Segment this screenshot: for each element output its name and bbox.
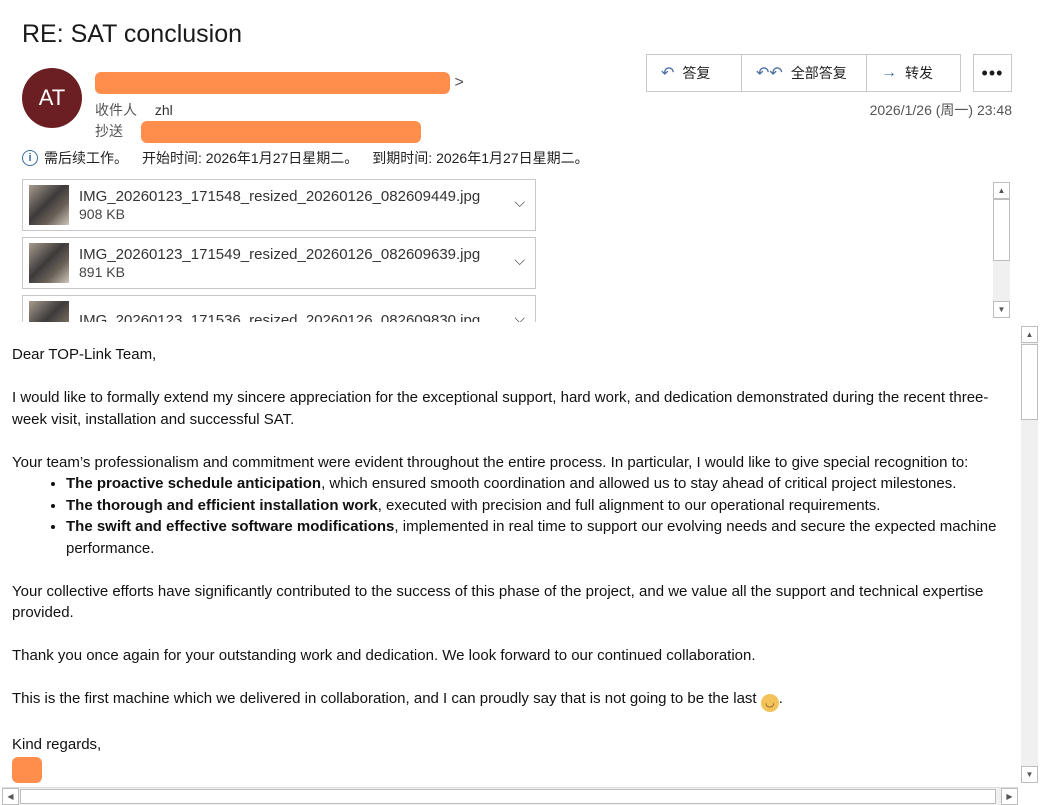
cc-row: 抄送 <box>95 121 421 144</box>
scroll-down-icon[interactable]: ▼ <box>1021 766 1038 783</box>
reply-arrow-icon: ↶ <box>661 65 675 82</box>
scroll-down-icon[interactable]: ▼ <box>993 301 1010 318</box>
followup-start: 开始时间: 2026年1月27日星期二。 <box>142 150 359 166</box>
scroll-thumb[interactable] <box>993 199 1010 261</box>
attachment-thumbnail <box>29 301 69 322</box>
body-scrollbar[interactable]: ▲ ▼ <box>1021 326 1038 783</box>
chevron-down-icon[interactable]: ⌵ <box>514 252 525 269</box>
scroll-right-icon[interactable]: ▶ <box>1001 788 1018 805</box>
signature <box>12 755 1007 790</box>
list-item-text: , which ensured smooth coordination and … <box>321 475 957 492</box>
sent-date: 2026/1/26 (周一) 23:48 <box>869 102 1012 118</box>
paragraph: Thank you once again for your outstandin… <box>12 647 756 664</box>
more-options-button[interactable]: ••• <box>973 54 1012 92</box>
paragraph-end: . <box>778 690 783 707</box>
attachment-list: IMG_20260123_171548_resized_20260126_082… <box>22 179 536 322</box>
scroll-thumb[interactable] <box>20 789 996 804</box>
to-recipient[interactable]: zhl <box>155 102 173 118</box>
forward-button[interactable]: → 转发 <box>866 54 961 92</box>
reply-all-label: 全部答复 <box>790 65 847 81</box>
list-item-bold: The thorough and efficient installation … <box>66 496 378 514</box>
redacted-cc[interactable] <box>140 121 421 144</box>
list-item-bold: The proactive schedule anticipation <box>66 475 322 492</box>
attachment-size: 908 KB <box>79 206 125 222</box>
info-icon: i <box>22 150 38 166</box>
attachment-item[interactable]: IMG_20260123_171549_resized_20260126_082… <box>22 237 536 289</box>
to-row: 收件人 zhl <box>95 100 173 120</box>
reply-label: 答复 <box>682 65 711 81</box>
followup-due: 到期时间: 2026年1月27日星期二。 <box>372 150 589 166</box>
reply-all-icon: ↶↶ <box>756 65 783 82</box>
paragraph: I would like to formally extend my since… <box>12 389 989 428</box>
forward-label: 转发 <box>905 65 933 81</box>
scroll-up-icon[interactable]: ▲ <box>1021 326 1038 343</box>
to-label: 收件人 <box>95 102 137 118</box>
reply-button[interactable]: ↶ 答复 <box>646 54 742 92</box>
list-item: The proactive schedule anticipation, whi… <box>66 473 1007 495</box>
chevron-down-icon[interactable]: ⌵ <box>514 310 525 322</box>
followup-text: 需后续工作。 <box>44 150 128 166</box>
list-item: The thorough and efficient installation … <box>66 495 1007 517</box>
scroll-thumb[interactable] <box>1021 344 1038 420</box>
scroll-up-icon[interactable]: ▲ <box>993 182 1010 199</box>
closing: Kind regards, <box>12 735 102 753</box>
redacted-signature <box>12 757 42 783</box>
followup-banner: i 需后续工作。 开始时间: 2026年1月27日星期二。 到期时间: 2026… <box>22 148 589 168</box>
horizontal-scrollbar[interactable]: ◀ ▶ <box>2 787 1018 805</box>
list-item: The swift and effective software modific… <box>66 516 1007 559</box>
paragraph: Your collective efforts have significant… <box>12 582 984 622</box>
recognition-list: The proactive schedule anticipation, whi… <box>12 473 1007 559</box>
email-subject: RE: SAT conclusion <box>22 20 243 48</box>
attachment-name: IMG_20260123_171548_resized_20260126_082… <box>79 188 481 205</box>
redacted-sender <box>95 72 450 94</box>
avatar[interactable]: AT <box>22 68 82 128</box>
email-body: Dear TOP-Link Team, I would like to form… <box>12 344 1007 790</box>
attachment-item[interactable]: IMG_20260123_171548_resized_20260126_082… <box>22 179 536 231</box>
attachment-size: 891 KB <box>79 264 125 280</box>
attachment-item[interactable]: IMG_20260123_171536_resized_20260126_082… <box>22 295 536 322</box>
paragraph: This is the first machine which we deliv… <box>12 688 1007 712</box>
attachment-name: IMG_20260123_171549_resized_20260126_082… <box>79 246 481 263</box>
scroll-left-icon[interactable]: ◀ <box>2 788 19 805</box>
sender-chevron: > <box>454 74 464 92</box>
list-item-bold: The swift and effective software modific… <box>66 518 395 535</box>
attachment-thumbnail <box>29 185 69 225</box>
sender-line[interactable]: > <box>95 72 464 94</box>
list-item-text: , executed with precision and full align… <box>377 496 881 514</box>
paragraph-text: This is the first machine which we deliv… <box>12 690 757 707</box>
action-toolbar: ↶ 答复 ↶↶ 全部答复 → 转发 <box>646 54 961 92</box>
smile-emoji-icon: ◡ <box>760 694 779 712</box>
forward-arrow-icon: → <box>881 64 897 81</box>
attachment-scrollbar[interactable]: ▲ ▼ <box>993 182 1010 318</box>
cc-label: 抄送 <box>95 123 123 139</box>
chevron-down-icon[interactable]: ⌵ <box>514 194 525 211</box>
greeting: Dear TOP-Link Team, <box>12 346 157 363</box>
paragraph: Your team’s professionalism and commitme… <box>12 453 969 471</box>
attachment-thumbnail <box>29 243 69 283</box>
attachment-name: IMG_20260123_171536_resized_20260126_082… <box>79 312 481 322</box>
reply-all-button[interactable]: ↶↶ 全部答复 <box>741 54 867 92</box>
